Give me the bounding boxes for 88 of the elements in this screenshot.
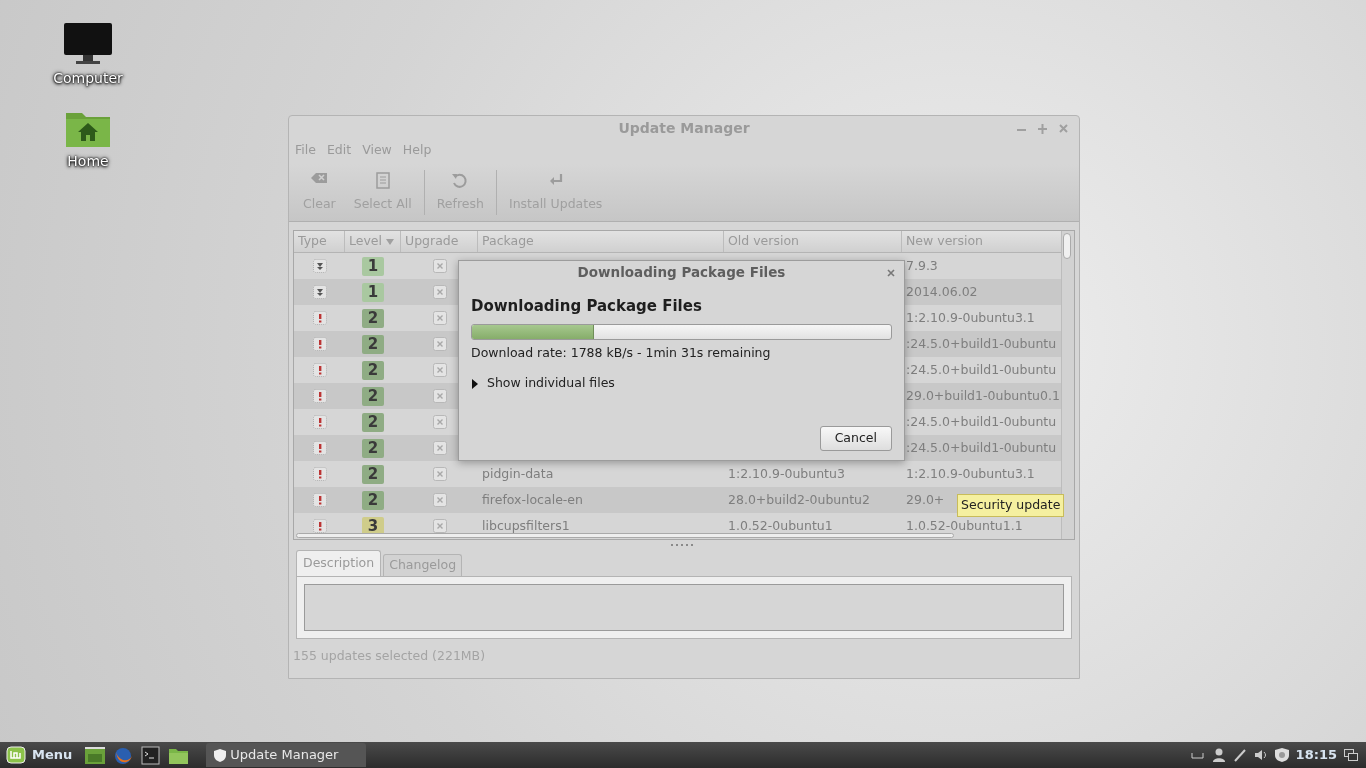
dialog-title: Downloading Package Files [577, 262, 786, 282]
menu-item[interactable]: View [358, 140, 396, 160]
exclamation-icon [312, 467, 327, 481]
new-version: 1:2.10.9-0ubuntu3.1 [906, 309, 1035, 325]
tab[interactable]: Changelog [383, 554, 463, 576]
level-badge: 2 [362, 308, 384, 328]
column-header[interactable]: Upgrade [401, 231, 478, 252]
user-icon[interactable] [1211, 748, 1226, 762]
speaker-icon[interactable] [1253, 748, 1268, 762]
new-version: 1:2.10.9-0ubuntu3.1 [906, 465, 1035, 481]
checkbox[interactable] [432, 285, 447, 299]
horizontal-scrollbar-thumb[interactable] [296, 533, 954, 538]
level-badge: 2 [362, 412, 384, 432]
sort-caret-icon [386, 238, 394, 245]
new-version: 29.0+ [906, 491, 945, 507]
exclamation-icon [312, 493, 327, 507]
old-version: 28.0+build2-0ubuntu2 [728, 491, 870, 507]
mint-logo-icon [6, 746, 26, 764]
package-name: libcupsfilters1 [482, 517, 570, 533]
terminal-icon[interactable] [140, 745, 163, 765]
menu-item[interactable]: Edit [322, 140, 356, 160]
level-badge: 1 [362, 282, 384, 302]
old-version: 1:2.10.9-0ubuntu3 [728, 465, 845, 481]
expander[interactable]: Show individual files [471, 374, 615, 393]
close-icon[interactable] [1058, 123, 1069, 134]
new-version: :24.5.0+build1-0ubuntu [906, 413, 1057, 429]
show-desktop-icon[interactable] [1344, 749, 1358, 761]
clock[interactable]: 18:15 [1295, 745, 1337, 765]
shield-icon[interactable] [1274, 748, 1289, 762]
new-version: :24.5.0+build1-0ubuntu [906, 361, 1057, 377]
new-version: :24.5.0+build1-0ubuntu [906, 335, 1057, 351]
level-badge: 2 [362, 386, 384, 406]
scrollbar-thumb[interactable] [1063, 233, 1071, 259]
new-version: 2014.06.02 [906, 283, 978, 299]
column-header[interactable]: Type [294, 231, 345, 252]
shield-icon [214, 748, 227, 762]
exclamation-icon [312, 519, 327, 533]
pen-icon[interactable] [1232, 748, 1247, 762]
window-title: Update Manager [618, 118, 750, 138]
checkbox[interactable] [432, 493, 447, 507]
exclamation-icon [312, 415, 327, 429]
level-badge: 2 [362, 360, 384, 380]
column-header[interactable]: Package [478, 231, 724, 252]
level-badge: 2 [362, 464, 384, 484]
new-version: :24.5.0+build1-0ubuntu [906, 439, 1057, 455]
checkbox[interactable] [432, 259, 447, 273]
menu-item[interactable]: File [291, 140, 320, 160]
level-badge: 2 [362, 438, 384, 458]
level-badge: 2 [362, 490, 384, 510]
menu-button[interactable]: Menu [4, 745, 75, 765]
column-header[interactable]: Level [345, 231, 401, 252]
desktop-icon-label[interactable]: Home [67, 151, 109, 172]
tooltip: Security update [957, 494, 1065, 517]
checkbox[interactable] [432, 311, 447, 325]
dialog-heading: Downloading Package Files [471, 296, 703, 317]
maximize-icon[interactable] [1037, 123, 1048, 134]
taskbar-window-button[interactable]: Update Manager [206, 743, 367, 767]
exclamation-icon [312, 311, 327, 325]
cancel-button[interactable]: Cancel [819, 426, 892, 451]
package-name: pidgin-data [482, 465, 554, 481]
exclamation-icon [312, 337, 327, 351]
select-icon [373, 171, 392, 189]
checkbox[interactable] [432, 363, 447, 377]
checkbox[interactable] [432, 389, 447, 403]
exclamation-icon [312, 363, 327, 377]
old-version: 1.0.52-0ubuntu1 [728, 517, 833, 533]
exclamation-icon [312, 441, 327, 455]
download-rate-text: Download rate: 1788 kB/s - 1min 31s remaining [471, 343, 772, 362]
tab[interactable]: Description [296, 550, 382, 576]
desktop-icon-label[interactable]: Computer [53, 68, 123, 89]
checkbox[interactable] [432, 441, 447, 455]
menu-item[interactable]: Help [398, 140, 436, 160]
new-version: 1.0.52-0ubuntu1.1 [906, 517, 1023, 533]
exclamation-icon [312, 389, 327, 403]
window-icon[interactable] [84, 745, 107, 765]
checkbox[interactable] [432, 337, 447, 351]
checkbox[interactable] [432, 519, 447, 533]
new-version: 7.9.3 [906, 257, 938, 273]
close-icon[interactable] [887, 269, 895, 277]
level-badge: 2 [362, 334, 384, 354]
monitor-icon [63, 22, 113, 66]
level-badge: 1 [362, 256, 384, 276]
package-name: firefox-locale-en [482, 491, 583, 507]
checkbox[interactable] [432, 415, 447, 429]
column-header[interactable]: Old version [724, 231, 902, 252]
vertical-scrollbar[interactable] [1061, 231, 1074, 539]
new-version: 29.0+build1-0ubuntu0.1 [906, 387, 1060, 403]
checkbox[interactable] [432, 467, 447, 481]
